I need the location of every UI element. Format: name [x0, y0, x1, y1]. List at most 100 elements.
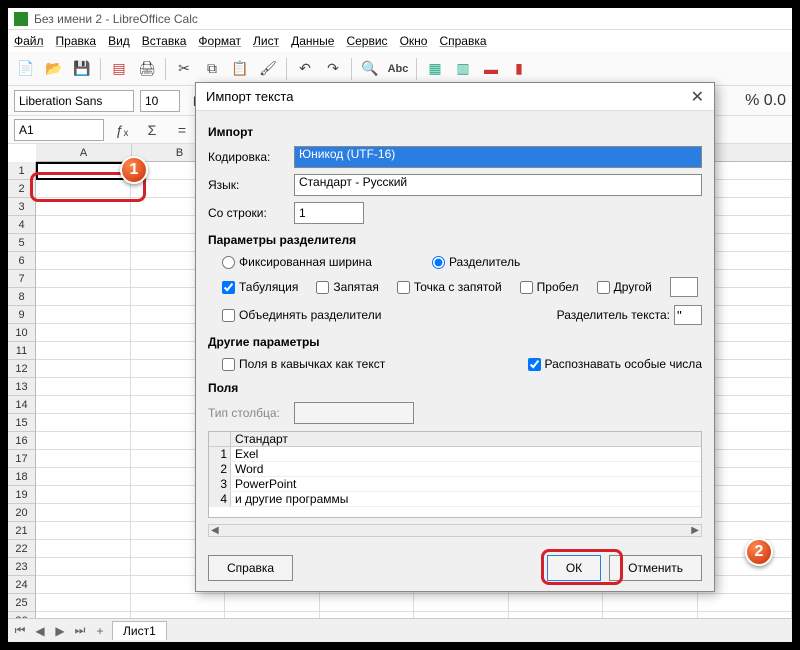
- row-header[interactable]: 10: [8, 324, 35, 342]
- menu-file[interactable]: Файл: [14, 34, 44, 48]
- del-row-icon[interactable]: ▬: [479, 57, 503, 81]
- row-header[interactable]: 23: [8, 558, 35, 576]
- ok-button[interactable]: ОК: [547, 555, 601, 581]
- text-import-dialog: Импорт текста ✕ Импорт Кодировка: Юникод…: [195, 82, 715, 592]
- checkbox-quoted-as-text[interactable]: Поля в кавычках как текст: [222, 357, 385, 371]
- row-header[interactable]: 4: [8, 216, 35, 234]
- checkbox-comma[interactable]: Запятая: [316, 280, 378, 294]
- row-header[interactable]: 24: [8, 576, 35, 594]
- row-header[interactable]: 26: [8, 612, 35, 618]
- copy-icon[interactable]: ⧉: [200, 57, 224, 81]
- menu-insert[interactable]: Вставка: [142, 34, 187, 48]
- row-header[interactable]: 21: [8, 522, 35, 540]
- row-header[interactable]: 6: [8, 252, 35, 270]
- preview-row[interactable]: 4и другие программы: [209, 492, 701, 507]
- preview-scrollbar[interactable]: ◀▶: [208, 524, 702, 537]
- row-header[interactable]: 16: [8, 432, 35, 450]
- checkbox-space[interactable]: Пробел: [520, 280, 579, 294]
- undo-icon[interactable]: ↶: [293, 57, 317, 81]
- row-header[interactable]: 13: [8, 378, 35, 396]
- fx-icon[interactable]: ƒₓ: [110, 118, 134, 142]
- open-icon[interactable]: 📂: [42, 57, 66, 81]
- row-header[interactable]: 20: [8, 504, 35, 522]
- tab-first-icon[interactable]: ⏮: [12, 623, 28, 638]
- row-header[interactable]: 8: [8, 288, 35, 306]
- menu-format[interactable]: Формат: [198, 34, 241, 48]
- text-delimiter-input[interactable]: [674, 305, 702, 325]
- tab-add-icon[interactable]: +: [92, 624, 108, 638]
- menu-tools[interactable]: Сервис: [346, 34, 387, 48]
- dialog-title: Импорт текста: [206, 89, 293, 104]
- row-header[interactable]: 19: [8, 486, 35, 504]
- radio-fixed-width[interactable]: Фиксированная ширина: [222, 255, 372, 269]
- paste-icon[interactable]: 📋: [228, 57, 252, 81]
- row-header[interactable]: 9: [8, 306, 35, 324]
- cut-icon[interactable]: ✂: [172, 57, 196, 81]
- brush-icon[interactable]: 🖌: [256, 57, 280, 81]
- help-button[interactable]: Справка: [208, 555, 293, 581]
- sheet-tab[interactable]: Лист1: [112, 621, 167, 640]
- menu-data[interactable]: Данные: [291, 34, 334, 48]
- row-header[interactable]: 12: [8, 360, 35, 378]
- new-icon[interactable]: 📄: [14, 57, 38, 81]
- menu-help[interactable]: Справка: [439, 34, 486, 48]
- row-header[interactable]: 7: [8, 270, 35, 288]
- menu-edit[interactable]: Правка: [56, 34, 97, 48]
- row-header[interactable]: 2: [8, 180, 35, 198]
- row-header[interactable]: 15: [8, 414, 35, 432]
- tab-prev-icon[interactable]: ◀: [32, 624, 48, 638]
- other-delimiter-input[interactable]: [670, 277, 698, 297]
- redo-icon[interactable]: ↷: [321, 57, 345, 81]
- cancel-button[interactable]: Отменить: [609, 555, 702, 581]
- menu-window[interactable]: Окно: [400, 34, 428, 48]
- window-title: Без имени 2 - LibreOffice Calc: [34, 12, 198, 26]
- preview-row[interactable]: 2Word: [209, 462, 701, 477]
- section-import: Импорт: [208, 125, 702, 139]
- col-header[interactable]: A: [36, 144, 132, 161]
- tab-next-icon[interactable]: ▶: [52, 624, 68, 638]
- row-header[interactable]: 14: [8, 396, 35, 414]
- equals-icon[interactable]: =: [170, 118, 194, 142]
- row-header[interactable]: 3: [8, 198, 35, 216]
- checkbox-detect-special[interactable]: Распознавать особые числа: [528, 357, 702, 371]
- row-header[interactable]: 5: [8, 234, 35, 252]
- percent-indicator: % 0.0: [745, 92, 786, 110]
- checkbox-merge-delimiters[interactable]: Объединять разделители: [222, 308, 381, 322]
- row-header[interactable]: 18: [8, 468, 35, 486]
- language-select[interactable]: Стандарт - Русский: [294, 174, 702, 196]
- from-row-input[interactable]: [294, 202, 364, 224]
- close-icon[interactable]: ✕: [691, 87, 704, 107]
- preview-grid[interactable]: Стандарт 1Exel2Word3PowerPoint4и другие …: [208, 431, 702, 518]
- del-col-icon[interactable]: ▮: [507, 57, 531, 81]
- row-header[interactable]: 1: [8, 162, 35, 180]
- find-icon[interactable]: 🔍: [358, 57, 382, 81]
- text-delimiter-label: Разделитель текста:: [557, 308, 670, 322]
- col-icon[interactable]: ▥: [451, 57, 475, 81]
- spell-icon[interactable]: Abc: [386, 57, 410, 81]
- checkbox-tab[interactable]: Табуляция: [222, 280, 298, 294]
- row-header[interactable]: 22: [8, 540, 35, 558]
- cell-reference-input[interactable]: [14, 119, 104, 141]
- preview-row[interactable]: 1Exel: [209, 447, 701, 462]
- preview-row[interactable]: 3PowerPoint: [209, 477, 701, 492]
- checkbox-semicolon[interactable]: Точка с запятой: [397, 280, 502, 294]
- print-icon[interactable]: 🖨: [135, 57, 159, 81]
- pdf-icon[interactable]: ▤: [107, 57, 131, 81]
- row-header[interactable]: 11: [8, 342, 35, 360]
- row-icon[interactable]: ▦: [423, 57, 447, 81]
- save-icon[interactable]: 💾: [70, 57, 94, 81]
- menu-sheet[interactable]: Лист: [253, 34, 279, 48]
- font-size-combo[interactable]: [140, 90, 180, 112]
- sum-icon[interactable]: Σ: [140, 118, 164, 142]
- row-header[interactable]: 17: [8, 450, 35, 468]
- section-other: Другие параметры: [208, 335, 702, 349]
- checkbox-other[interactable]: Другой: [597, 280, 652, 294]
- row-header[interactable]: 25: [8, 594, 35, 612]
- encoding-select[interactable]: Юникод (UTF-16): [294, 146, 702, 168]
- tab-last-icon[interactable]: ⏭: [72, 623, 88, 638]
- column-type-select[interactable]: [294, 402, 414, 424]
- font-name-combo[interactable]: [14, 90, 134, 112]
- column-type-label: Тип столбца:: [208, 406, 286, 420]
- menu-view[interactable]: Вид: [108, 34, 130, 48]
- radio-delimiter[interactable]: Разделитель: [432, 255, 520, 269]
